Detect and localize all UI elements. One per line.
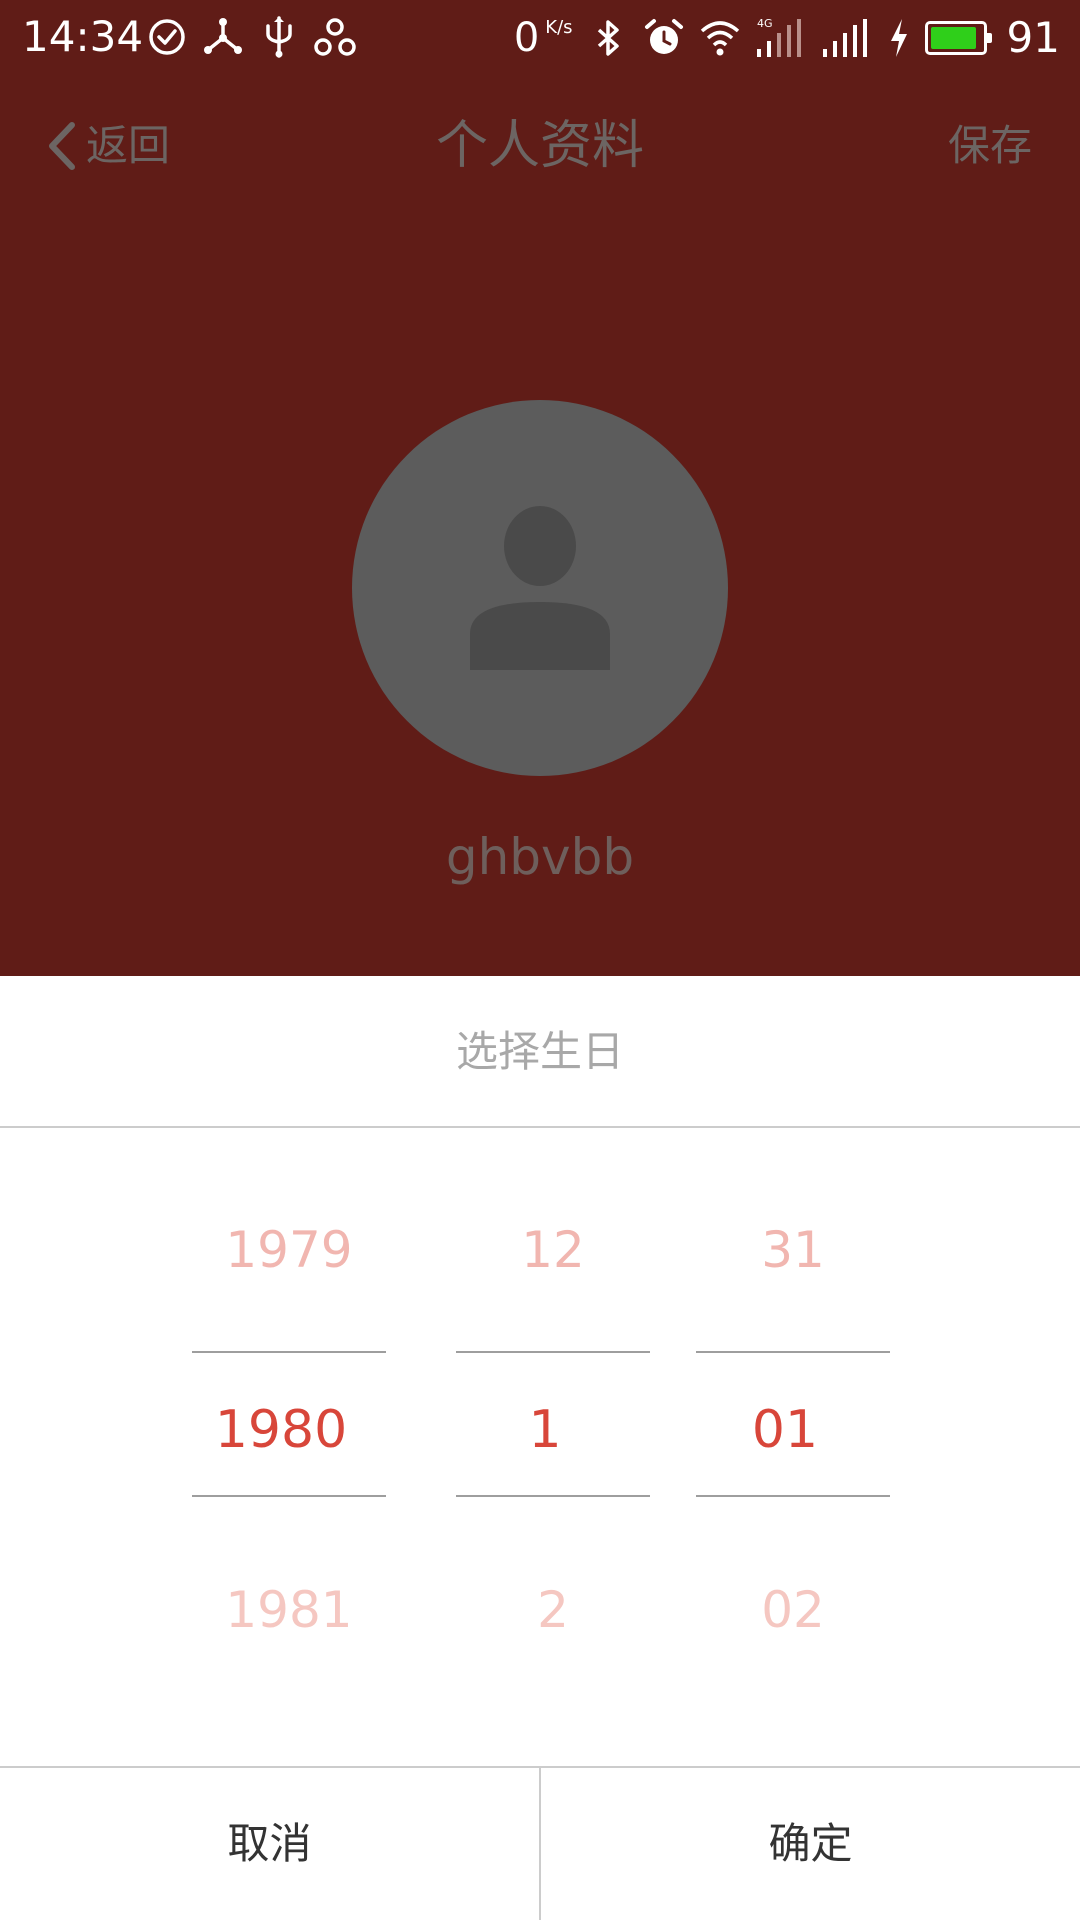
status-bar: 14:34 0 K/s 4G 91 <box>0 0 1080 76</box>
year-selection-line-top <box>192 1351 386 1353</box>
day-prev-option[interactable]: 31 <box>696 1220 890 1280</box>
page-title: 个人资料 <box>435 116 644 176</box>
status-left-icons <box>146 16 356 58</box>
month-selected-option[interactable]: 1 <box>448 1400 642 1460</box>
day-selection-line-top <box>696 1351 890 1353</box>
network-type-label: 4G <box>757 17 773 30</box>
year-prev-option[interactable]: 1979 <box>192 1220 386 1280</box>
network-speed-value: 0 <box>513 15 540 61</box>
network-speed-unit: K/s <box>545 17 573 38</box>
battery-fill <box>930 27 977 49</box>
username: ghbvbb <box>445 828 635 886</box>
month-wheel[interactable]: 12 1 2 <box>456 1128 650 1742</box>
day-selection-line-bottom <box>696 1495 890 1497</box>
alarm-icon <box>644 19 683 54</box>
screen: 14:34 0 K/s 4G 91 返回 个人资料 保存 ghbvbb 选择生日… <box>0 0 1080 1920</box>
save-button[interactable]: 保存 <box>948 118 1032 174</box>
month-selection-line-top <box>456 1351 650 1353</box>
link-nodes-icon <box>314 18 356 56</box>
share-node-icon <box>204 18 242 54</box>
check-circle-icon <box>149 19 185 55</box>
picker-title: 选择生日 <box>0 976 1080 1128</box>
network-speed: 0 K/s <box>514 13 573 63</box>
wifi-icon <box>700 21 739 56</box>
year-next-option[interactable]: 1981 <box>192 1580 386 1640</box>
battery-icon <box>924 21 992 55</box>
day-wheel[interactable]: 31 01 02 <box>696 1128 890 1742</box>
signal-icon <box>822 19 867 57</box>
month-next-option[interactable]: 2 <box>456 1580 650 1640</box>
month-selection-line-bottom <box>456 1495 650 1497</box>
year-selected-option[interactable]: 1980 <box>184 1400 378 1460</box>
signal-4g-icon: 4G <box>756 17 801 57</box>
person-icon <box>470 506 610 670</box>
dimmed-background[interactable]: 14:34 0 K/s 4G 91 返回 个人资料 保存 ghbvbb <box>0 0 1080 976</box>
charging-icon <box>890 19 907 57</box>
status-right-icons: 0 K/s 4G 91 <box>514 12 1060 64</box>
day-next-option[interactable]: 02 <box>696 1580 890 1640</box>
month-prev-option[interactable]: 12 <box>456 1220 650 1280</box>
picker-actions: 取消 确定 <box>0 1766 1080 1920</box>
cancel-button[interactable]: 取消 <box>0 1768 539 1920</box>
status-time: 14:34 <box>22 12 144 61</box>
confirm-button[interactable]: 确定 <box>541 1768 1080 1920</box>
battery-percent: 91 <box>1006 13 1060 62</box>
nav-header: 返回 个人资料 保存 <box>0 96 1080 196</box>
birthday-picker-sheet: 选择生日 1979 1980 1981 12 1 2 31 01 02 取消 确… <box>0 976 1080 1920</box>
day-selected-option[interactable]: 01 <box>688 1400 882 1460</box>
year-wheel[interactable]: 1979 1980 1981 <box>192 1128 386 1742</box>
year-selection-line-bottom <box>192 1495 386 1497</box>
usb-icon <box>266 16 292 58</box>
avatar[interactable] <box>352 400 728 776</box>
bluetooth-icon <box>597 20 619 56</box>
